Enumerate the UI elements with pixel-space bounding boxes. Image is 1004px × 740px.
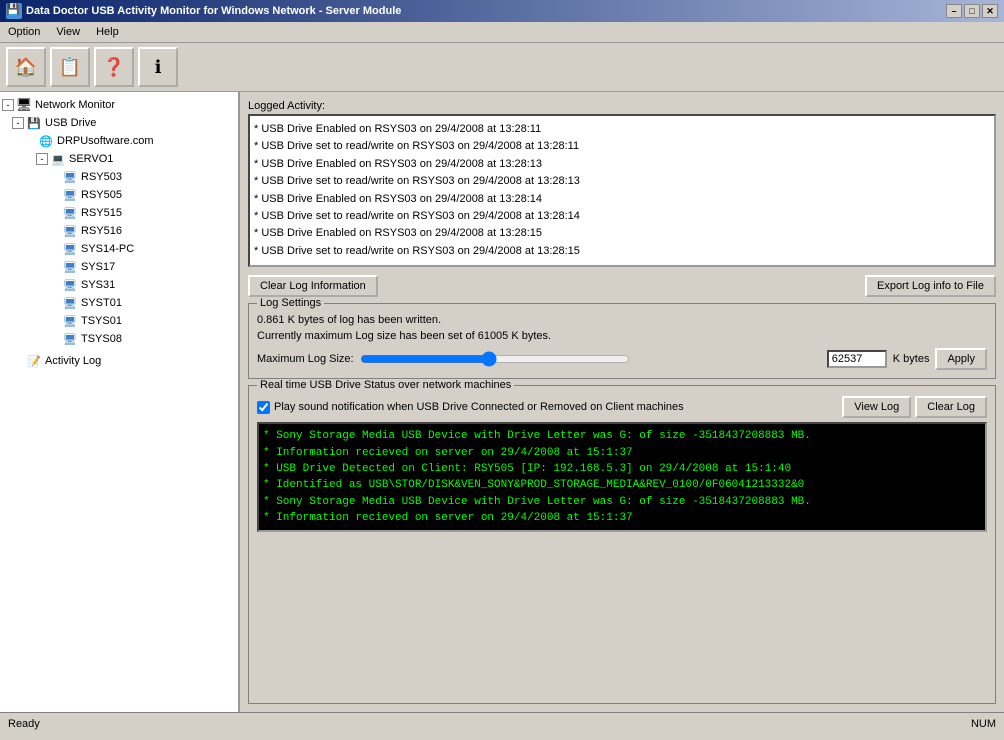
- info-button[interactable]: ℹ: [138, 47, 178, 87]
- tree-item-rsy516[interactable]: 🖥 RSY516: [0, 222, 238, 240]
- realtime-header: Play sound notification when USB Drive C…: [257, 396, 987, 418]
- tree-label: TSYS01: [81, 315, 122, 327]
- expand-icon[interactable]: -: [36, 153, 48, 165]
- tree-label: Network Monitor: [35, 99, 115, 111]
- tree-label: USB Drive: [45, 117, 96, 129]
- tree-item-rsy515[interactable]: 🖥 RSY515: [0, 204, 238, 222]
- main-area: - 🖥 Network Monitor - 💾 USB Drive 🌐 DRPU…: [0, 92, 1004, 712]
- app-icon: 💾: [6, 3, 22, 19]
- tree-item-usb-drive[interactable]: - 💾 USB Drive: [0, 114, 238, 132]
- tree-item-rsy505[interactable]: 🖥 RSY505: [0, 186, 238, 204]
- computer-icon: 🖥: [62, 187, 78, 203]
- realtime-buttons: View Log Clear Log: [842, 396, 987, 418]
- tree-item-sys31[interactable]: 🖥 SYS31: [0, 276, 238, 294]
- drive-icon: 💾: [26, 115, 42, 131]
- log-settings-title: Log Settings: [257, 297, 324, 309]
- tree-item-sys17[interactable]: 🖥 SYS17: [0, 258, 238, 276]
- num-indicator: NUM: [971, 718, 996, 730]
- right-panel: Logged Activity: * USB Drive Enabled on …: [240, 92, 1004, 712]
- computer-icon: 🖥: [62, 259, 78, 275]
- window-controls: – □ ✕: [946, 4, 998, 18]
- maximize-button[interactable]: □: [964, 4, 980, 18]
- tree-label: SYS31: [81, 279, 115, 291]
- realtime-section: Real time USB Drive Status over network …: [248, 385, 996, 704]
- clear-log-information-button[interactable]: Clear Log Information: [248, 275, 378, 297]
- log-settings-content: 0.861 K bytes of log has been written. C…: [257, 314, 987, 370]
- minimize-button[interactable]: –: [946, 4, 962, 18]
- logged-activity-label: Logged Activity:: [248, 100, 996, 112]
- tree-label: RSY503: [81, 171, 122, 183]
- tree-item-activity-log[interactable]: 📝 Activity Log: [0, 352, 238, 370]
- tree-label: SYS14-PC: [81, 243, 134, 255]
- expand-icon[interactable]: -: [2, 99, 14, 111]
- log-size-info-line1: 0.861 K bytes of log has been written.: [257, 314, 987, 326]
- tree-label: SYST01: [81, 297, 122, 309]
- logged-activity-section: Logged Activity: * USB Drive Enabled on …: [248, 100, 996, 267]
- expand-icon[interactable]: -: [12, 117, 24, 129]
- computer-icon: 🖥: [62, 295, 78, 311]
- document-button[interactable]: 📋: [50, 47, 90, 87]
- max-log-size-label: Maximum Log Size:: [257, 353, 354, 365]
- tree-label: RSY505: [81, 189, 122, 201]
- menu-bar: Option View Help: [0, 22, 1004, 43]
- export-log-button[interactable]: Export Log info to File: [865, 275, 996, 297]
- left-panel: - 🖥 Network Monitor - 💾 USB Drive 🌐 DRPU…: [0, 92, 240, 712]
- computer-icon: 🖥: [62, 331, 78, 347]
- tree-item-rsy503[interactable]: 🖥 RSY503: [0, 168, 238, 186]
- menu-help[interactable]: Help: [88, 24, 127, 40]
- log-buttons-row: Clear Log Information Export Log info to…: [248, 275, 996, 297]
- max-log-size-row: Maximum Log Size: K bytes Apply: [257, 348, 987, 370]
- close-button[interactable]: ✕: [982, 4, 998, 18]
- log-size-input[interactable]: [827, 350, 887, 368]
- log-area[interactable]: * USB Drive Enabled on RSYS03 on 29/4/20…: [248, 114, 996, 267]
- tree-item-tsys01[interactable]: 🖥 TSYS01: [0, 312, 238, 330]
- tree-label: RSY515: [81, 207, 122, 219]
- activity-icon: 📝: [26, 353, 42, 369]
- slider-wrapper: [360, 349, 821, 369]
- window-title: Data Doctor USB Activity Monitor for Win…: [26, 5, 401, 17]
- tree-item-sys14pc[interactable]: 🖥 SYS14-PC: [0, 240, 238, 258]
- tree-label: Activity Log: [45, 355, 101, 367]
- tree-item-tsys08[interactable]: 🖥 TSYS08: [0, 330, 238, 348]
- sound-notification-label: Play sound notification when USB Drive C…: [274, 401, 684, 413]
- log-settings-group: Log Settings 0.861 K bytes of log has be…: [248, 303, 996, 379]
- tree-label: DRPUsoftware.com: [57, 135, 154, 147]
- computer-icon: 🖥: [62, 241, 78, 257]
- computer-icon: 🖥: [62, 169, 78, 185]
- apply-button[interactable]: Apply: [935, 348, 987, 370]
- toolbar: 🏠 📋 ❓ ℹ: [0, 43, 1004, 92]
- tree-label: SERVO1: [69, 153, 113, 165]
- tree-item-syst01[interactable]: 🖥 SYST01: [0, 294, 238, 312]
- computer-icon: 💻: [50, 151, 66, 167]
- home-button[interactable]: 🏠: [6, 47, 46, 87]
- tree-label: RSY516: [81, 225, 122, 237]
- computer-icon: 🖥: [62, 313, 78, 329]
- tree-item-network-monitor[interactable]: - 🖥 Network Monitor: [0, 96, 238, 114]
- status-bar: Ready NUM: [0, 712, 1004, 734]
- status-text: Ready: [8, 718, 40, 730]
- tree-label: SYS17: [81, 261, 115, 273]
- menu-view[interactable]: View: [48, 24, 88, 40]
- computer-icon: 🖥: [62, 223, 78, 239]
- network-icon: 🌐: [38, 133, 54, 149]
- realtime-log[interactable]: * Sony Storage Media USB Device with Dri…: [257, 422, 987, 532]
- log-size-info-line2: Currently maximum Log size has been set …: [257, 330, 987, 342]
- tree-item-drpusoftware[interactable]: 🌐 DRPUsoftware.com: [0, 132, 238, 150]
- checkbox-row: Play sound notification when USB Drive C…: [257, 401, 684, 414]
- computer-icon: 🖥: [62, 277, 78, 293]
- title-bar: 💾 Data Doctor USB Activity Monitor for W…: [0, 0, 1004, 22]
- tree-label: TSYS08: [81, 333, 122, 345]
- view-log-button[interactable]: View Log: [842, 396, 911, 418]
- clear-log-button[interactable]: Clear Log: [915, 396, 987, 418]
- realtime-title: Real time USB Drive Status over network …: [257, 379, 514, 391]
- menu-option[interactable]: Option: [0, 24, 48, 40]
- monitor-icon: 🖥: [16, 97, 32, 113]
- sound-notification-checkbox[interactable]: [257, 401, 270, 414]
- help-button[interactable]: ❓: [94, 47, 134, 87]
- computer-icon: 🖥: [62, 205, 78, 221]
- tree-item-servo1[interactable]: - 💻 SERVO1: [0, 150, 238, 168]
- k-bytes-label: K bytes: [893, 353, 930, 365]
- log-size-slider[interactable]: [360, 349, 630, 369]
